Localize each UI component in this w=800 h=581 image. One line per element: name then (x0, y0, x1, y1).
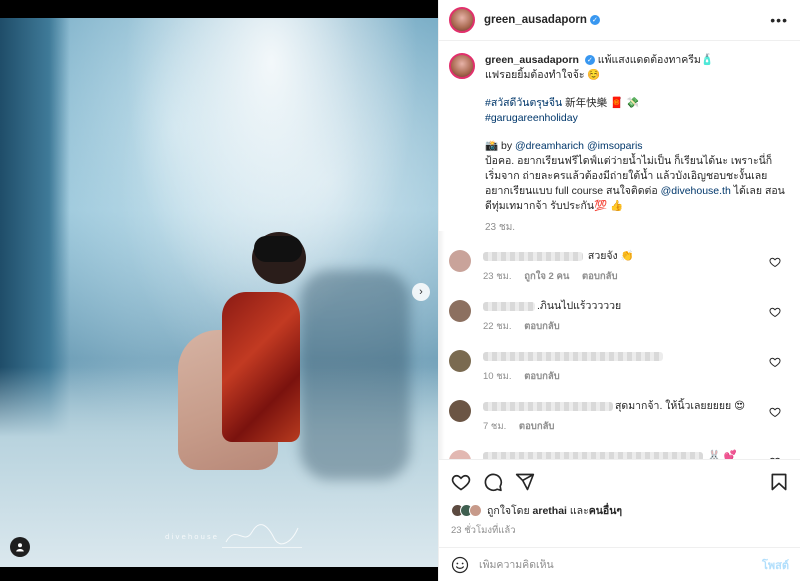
liked-by-middle: และ (566, 505, 589, 517)
caption-line-2: แฟรอยยิ้มต้องทำใจจ้ะ ☺️ (485, 69, 601, 81)
post-dialog: divehouse › green_ausadaporn ✓ ••• green… (0, 0, 800, 581)
avatar[interactable] (449, 400, 471, 422)
bookmark-icon[interactable] (769, 472, 789, 492)
action-bar (439, 460, 800, 494)
comment-likes[interactable]: ถูกใจ 2 คน (524, 271, 569, 282)
comment-icon[interactable] (483, 472, 503, 492)
post-header: green_ausadaporn ✓ ••• (439, 0, 800, 41)
comments-list[interactable]: green_ausadaporn ✓ แพ้แสงแดดต้องทาครีม🧴 … (439, 41, 800, 459)
comment-item: สวยจัง 👏 23 ชม. ถูกใจ 2 คน ตอบกลับ (449, 249, 789, 299)
post-timestamp[interactable]: 23 ชั่วโมงที่แล้ว (439, 519, 800, 538)
user-tag-button[interactable] (10, 537, 30, 557)
blurred-username (483, 301, 535, 311)
heart-icon[interactable] (769, 256, 781, 268)
comment-input[interactable] (479, 558, 762, 571)
dive-mask (254, 236, 302, 262)
comment-time: 23 ชม. (483, 271, 512, 282)
post-comment-button[interactable]: โพสต์ (762, 556, 789, 574)
caption-username[interactable]: green_ausadaporn (485, 54, 579, 66)
verified-badge-icon: ✓ (584, 55, 595, 66)
caption-timestamp: 23 ชม. (485, 222, 516, 233)
liked-by-prefix: ถูกใจโดย (487, 505, 533, 517)
blurred-comment (483, 351, 663, 361)
avatar[interactable] (449, 300, 471, 322)
comment-text: สุดมากจ้า. ให้นิ้วเลยยยยย 😍 (615, 400, 746, 412)
add-comment-bar: โพสต์ (439, 547, 800, 581)
avatar[interactable] (449, 450, 471, 459)
comment-text: .ภินนไปแร้วววววย (537, 300, 622, 312)
hashtag-link[interactable]: #สวัสดีวันตรุษจีน (485, 97, 562, 109)
caption-body: green_ausadaporn ✓ แพ้แสงแดดต้องทาครีม🧴 … (485, 53, 785, 235)
post-actions: ถูกใจโดย arethai และคนอื่นๆ 23 ชั่วโมงที… (439, 459, 800, 581)
blurred-username (483, 251, 583, 261)
verified-badge-icon: ✓ (589, 15, 600, 25)
avatar[interactable] (449, 7, 475, 33)
reply-button[interactable]: ตอบกลับ (582, 271, 618, 282)
hashtag-suffix: 新年快樂 🧧 💸 (562, 97, 640, 109)
avatar[interactable] (449, 250, 471, 272)
heart-icon[interactable] (769, 356, 781, 368)
emoji-icon[interactable] (451, 556, 469, 574)
comment-time: 10 ชม. (483, 371, 512, 382)
figure-shadow (300, 270, 410, 480)
mention-link[interactable]: @dreamharich (515, 140, 584, 152)
caption: green_ausadaporn ✓ แพ้แสงแดดต้องทาครีม🧴 … (449, 53, 789, 235)
chevron-right-icon: › (419, 286, 423, 298)
photo-watermark: divehouse (165, 533, 219, 541)
share-icon[interactable] (515, 472, 535, 492)
mention-link[interactable]: @imsoparis (587, 140, 643, 152)
reply-button[interactable]: ตอบกลับ (524, 321, 560, 332)
comment-item: สุดมากจ้า. ให้นิ้วเลยยยยย 😍 7 ชม. ตอบกลั… (449, 399, 789, 449)
scroll-shadow (439, 231, 445, 459)
credit-prefix: 📸 by (485, 140, 515, 152)
avatar[interactable] (449, 350, 471, 372)
reply-button[interactable]: ตอบกลับ (519, 421, 555, 432)
user-tag-icon (16, 543, 24, 552)
next-image-button[interactable]: › (412, 283, 430, 301)
heart-icon[interactable] (769, 306, 781, 318)
post-sidebar: green_ausadaporn ✓ ••• green_ausadaporn … (438, 0, 800, 581)
mention-link[interactable]: @divehouse.th (661, 185, 731, 197)
more-icon[interactable]: ••• (770, 12, 788, 28)
comment-time: 7 ชม. (483, 421, 507, 432)
header-username[interactable]: green_ausadaporn (484, 14, 587, 26)
avatar[interactable] (449, 53, 475, 79)
comment-text: สวยจัง 👏 (587, 250, 634, 262)
comment-item: 10 ชม. ตอบกลับ (449, 349, 789, 399)
caption-line-1: แพ้แสงแดดต้องทาครีม🧴 (597, 54, 714, 66)
liked-by-user[interactable]: arethai (533, 505, 567, 517)
reply-button[interactable]: ตอบกลับ (524, 371, 560, 382)
blurred-comment (483, 451, 703, 459)
hashtag-link[interactable]: #garugareenholiday (485, 111, 785, 126)
avatar (469, 504, 482, 517)
heart-icon[interactable] (769, 406, 781, 418)
comment-time: 22 ชม. (483, 321, 512, 332)
comment-item: .ภินนไปแร้วววววย 22 ชม. ตอบกลับ (449, 299, 789, 349)
liked-by: ถูกใจโดย arethai และคนอื่นๆ (439, 494, 800, 519)
heart-icon[interactable] (451, 472, 471, 492)
photographer-signature (222, 522, 302, 548)
comment-item: 🐰 💕 (449, 449, 789, 459)
blurred-username (483, 401, 613, 411)
liked-by-others[interactable]: คนอื่นๆ (589, 505, 622, 517)
comment-text: 🐰 💕 (707, 450, 737, 459)
post-media: divehouse › (0, 0, 438, 581)
figure-dress (222, 292, 300, 442)
